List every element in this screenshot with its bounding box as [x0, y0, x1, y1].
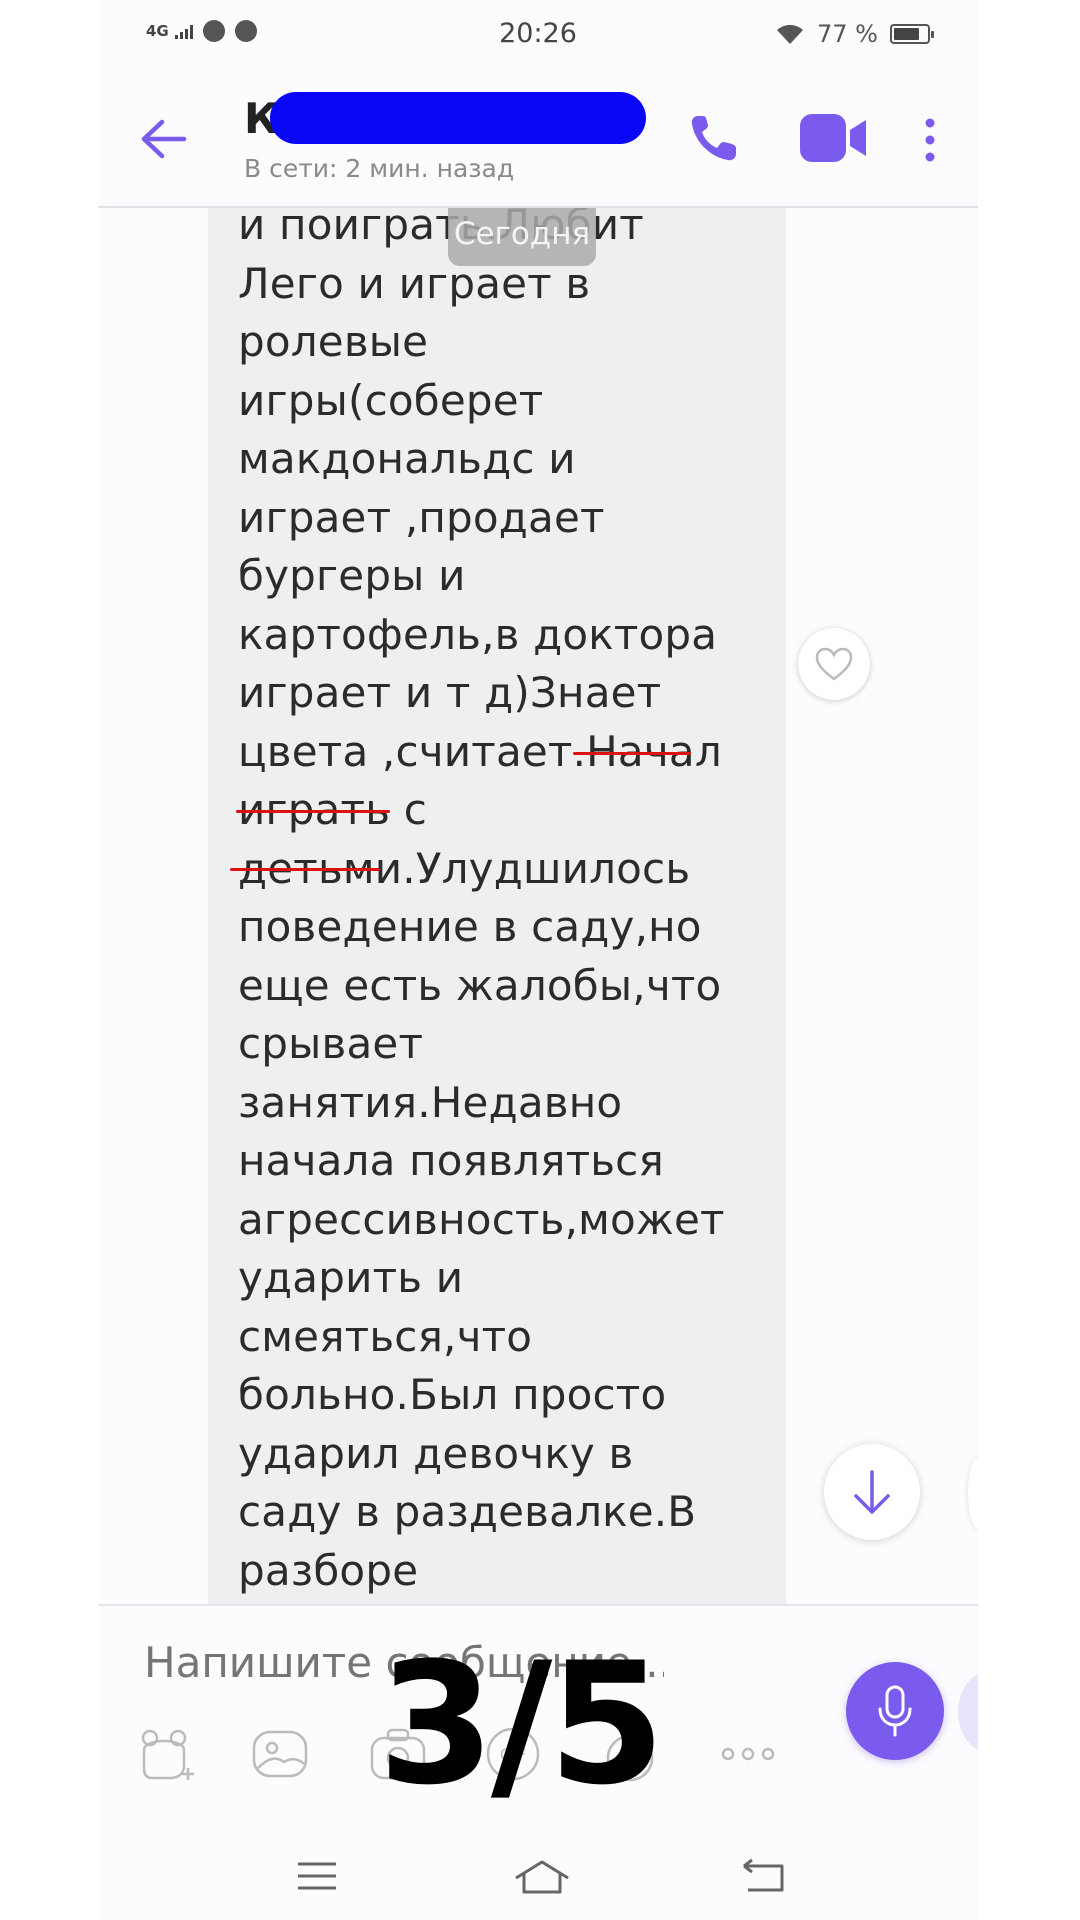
wifi-icon — [777, 24, 804, 44]
system-navigation-bar — [98, 1840, 978, 1920]
highlight-underline — [573, 752, 691, 755]
chat-header: К В сети: 2 мин. назад — [98, 70, 978, 208]
status-bar: 4G 20:26 77 % — [98, 0, 978, 70]
highlight-underline — [230, 868, 380, 871]
menu-nav-icon[interactable] — [294, 1856, 340, 1896]
battery-percent: 77 % — [817, 20, 878, 48]
incoming-message-bubble[interactable]: и поиграть.Любит Лего и играет в ролевые… — [208, 208, 786, 1604]
sticker-bear-icon[interactable] — [138, 1724, 198, 1784]
heart-icon — [815, 647, 853, 681]
phone-call-icon[interactable] — [686, 110, 742, 166]
microphone-icon — [878, 1685, 912, 1737]
redaction-mark — [270, 92, 646, 144]
home-nav-icon[interactable] — [512, 1856, 572, 1896]
highlight-underline — [236, 810, 390, 813]
back-nav-icon[interactable] — [740, 1856, 786, 1896]
like-button[interactable] — [798, 628, 870, 700]
status-right: 77 % — [775, 20, 934, 48]
page-counter-overlay: 3/5 — [378, 1626, 665, 1822]
message-text: и поиграть.Любит Лего и играет в ролевые… — [238, 208, 725, 1595]
date-separator: Сегодня — [448, 208, 596, 266]
battery-icon — [890, 24, 934, 44]
message-list[interactable]: и поиграть.Любит Лего и играет в ролевые… — [98, 208, 978, 1604]
scroll-to-bottom-button[interactable] — [824, 1444, 920, 1540]
back-arrow-icon[interactable] — [138, 116, 188, 162]
voice-message-button[interactable] — [846, 1662, 944, 1760]
more-attachments-icon[interactable] — [718, 1724, 778, 1784]
battery-level — [894, 28, 919, 40]
last-seen-status: В сети: 2 мин. назад — [244, 154, 515, 183]
arrow-down-icon — [854, 1470, 890, 1514]
video-call-icon[interactable] — [800, 114, 868, 162]
more-options-icon[interactable] — [924, 118, 936, 162]
edge-button[interactable] — [968, 1458, 978, 1528]
gallery-icon[interactable] — [250, 1724, 310, 1784]
side-panel-edge[interactable] — [958, 1672, 978, 1752]
